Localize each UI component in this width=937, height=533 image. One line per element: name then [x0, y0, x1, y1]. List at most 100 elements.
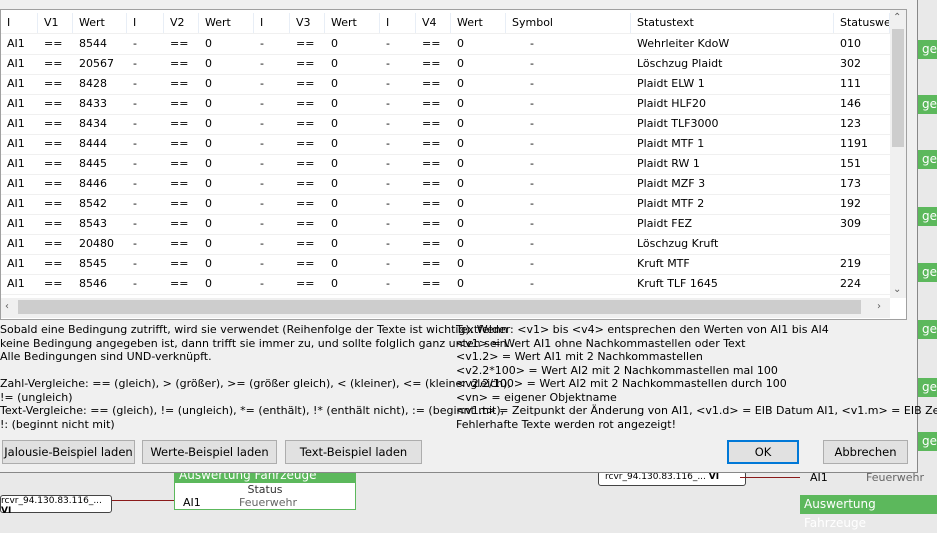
table-cell[interactable]: 224 [834, 274, 890, 294]
table-cell[interactable]: 0 [325, 174, 380, 194]
column-header[interactable]: Statuswert [834, 13, 890, 33]
table-cell[interactable]: - [254, 114, 290, 134]
table-cell[interactable]: == [416, 254, 451, 274]
column-header[interactable]: V4 [416, 13, 451, 33]
table-cell[interactable]: - [506, 214, 631, 234]
table-cell[interactable]: - [254, 134, 290, 154]
table-cell[interactable]: - [254, 214, 290, 234]
table-cell[interactable]: 8434 [73, 114, 127, 134]
table-row[interactable]: AI1 == 20567- == 0- == 0- == 0- Löschzug Plaidt 30… [1, 54, 890, 75]
table-cell[interactable]: 0 [325, 134, 380, 154]
table-cell[interactable]: - [127, 274, 164, 294]
table-cell[interactable]: 0 [199, 194, 254, 214]
table-cell[interactable]: - [127, 214, 164, 234]
table-cell[interactable]: 8544 [73, 34, 127, 54]
table-cell[interactable]: == [290, 54, 325, 74]
load-values-example-button[interactable]: Werte-Beispiel laden [142, 440, 277, 464]
table-cell[interactable]: == [290, 214, 325, 234]
table-cell[interactable]: 8433 [73, 94, 127, 114]
table-cell[interactable]: 111 [834, 74, 890, 94]
vertical-scrollbar[interactable]: ⌃ ⌄ [890, 10, 906, 298]
table-cell[interactable]: 0 [451, 94, 506, 114]
table-cell[interactable]: 0 [325, 254, 380, 274]
table-cell[interactable]: == [416, 154, 451, 174]
table-row[interactable]: AI1 == 8434- == 0- == 0- == 0- Plaidt TLF3000 123 [1, 114, 890, 135]
scroll-left-icon[interactable]: ‹ [5, 301, 9, 312]
table-cell[interactable]: 0 [325, 74, 380, 94]
table-cell[interactable]: == [38, 154, 73, 174]
table-cell[interactable]: - [254, 254, 290, 274]
table-cell[interactable]: == [164, 274, 199, 294]
table-cell[interactable]: 173 [834, 174, 890, 194]
table-cell[interactable]: == [164, 54, 199, 74]
table-cell[interactable]: - [380, 214, 416, 234]
table-cell[interactable]: 0 [325, 274, 380, 294]
table-cell[interactable]: == [416, 134, 451, 154]
table-cell[interactable]: Plaidt MTF 1 [631, 134, 834, 154]
column-header[interactable]: Symbol [506, 13, 631, 33]
table-cell[interactable]: 0 [325, 194, 380, 214]
table-cell[interactable]: - [127, 94, 164, 114]
table-cell[interactable]: 0 [199, 134, 254, 154]
table-cell[interactable]: == [38, 34, 73, 54]
table-cell[interactable]: - [127, 234, 164, 254]
table-cell[interactable]: AI1 [1, 34, 38, 54]
table-cell[interactable]: - [506, 134, 631, 154]
table-cell[interactable]: == [290, 94, 325, 114]
column-header[interactable]: Statustext [631, 13, 834, 33]
table-cell[interactable]: == [290, 134, 325, 154]
table-cell[interactable]: 0 [199, 34, 254, 54]
table-cell[interactable]: AI1 [1, 114, 38, 134]
table-cell[interactable]: Plaidt RW 1 [631, 154, 834, 174]
table-row[interactable]: AI1 == 8544- == 0- == 0- == 0- Wehrleiter KdoW 010 [1, 34, 890, 55]
table-cell[interactable]: == [416, 34, 451, 54]
table-cell[interactable]: 8444 [73, 134, 127, 154]
table-cell[interactable]: - [127, 34, 164, 54]
table-cell[interactable]: - [380, 134, 416, 154]
table-cell[interactable]: - [254, 174, 290, 194]
ok-button[interactable]: OK [727, 440, 799, 464]
table-cell[interactable]: - [254, 194, 290, 214]
table-cell[interactable]: Plaidt MTF 2 [631, 194, 834, 214]
table-cell[interactable]: - [380, 174, 416, 194]
table-cell[interactable]: == [164, 214, 199, 234]
table-cell[interactable]: 0 [325, 54, 380, 74]
table-row[interactable]: AI1 == 8546- == 0- == 0- == 0- Kruft TLF 1645 224 [1, 274, 890, 295]
scroll-right-icon[interactable]: › [877, 301, 881, 312]
table-cell[interactable]: - [506, 34, 631, 54]
table-cell[interactable]: == [38, 234, 73, 254]
table-cell[interactable]: 219 [834, 254, 890, 274]
table-cell[interactable]: == [38, 114, 73, 134]
receiver-left[interactable]: rcvr_94.130.83.116_... VI [0, 495, 112, 516]
table-cell[interactable]: 0 [199, 94, 254, 114]
column-header[interactable]: Wert [451, 13, 506, 33]
table-cell[interactable]: == [290, 114, 325, 134]
table-cell[interactable]: 20567 [73, 54, 127, 74]
table-cell[interactable]: 192 [834, 194, 890, 214]
table-cell[interactable]: == [38, 254, 73, 274]
table-cell[interactable]: 302 [834, 54, 890, 74]
table-cell[interactable]: 8546 [73, 274, 127, 294]
table-cell[interactable]: 20480 [73, 234, 127, 254]
table-cell[interactable]: == [164, 194, 199, 214]
table-row[interactable]: AI1 == 20480- == 0- == 0- == 0- Löschzug Kruft [1, 234, 890, 255]
table-cell[interactable]: == [164, 114, 199, 134]
table-cell[interactable]: - [506, 174, 631, 194]
table-cell[interactable]: 0 [451, 34, 506, 54]
table-cell[interactable]: == [416, 114, 451, 134]
table-cell[interactable]: == [164, 34, 199, 54]
table-cell[interactable]: - [506, 54, 631, 74]
table-cell[interactable]: - [127, 194, 164, 214]
table-cell[interactable]: - [127, 74, 164, 94]
table-cell[interactable]: - [380, 234, 416, 254]
table-cell[interactable]: == [416, 214, 451, 234]
table-cell[interactable]: - [127, 134, 164, 154]
table-cell[interactable]: == [290, 274, 325, 294]
table-cell[interactable]: - [254, 154, 290, 174]
table-cell[interactable]: - [254, 54, 290, 74]
table-cell[interactable]: Kruft MTF [631, 254, 834, 274]
table-cell[interactable]: - [254, 34, 290, 54]
table-cell[interactable]: 0 [451, 174, 506, 194]
table-cell[interactable]: == [164, 254, 199, 274]
table-cell[interactable]: AI1 [1, 54, 38, 74]
